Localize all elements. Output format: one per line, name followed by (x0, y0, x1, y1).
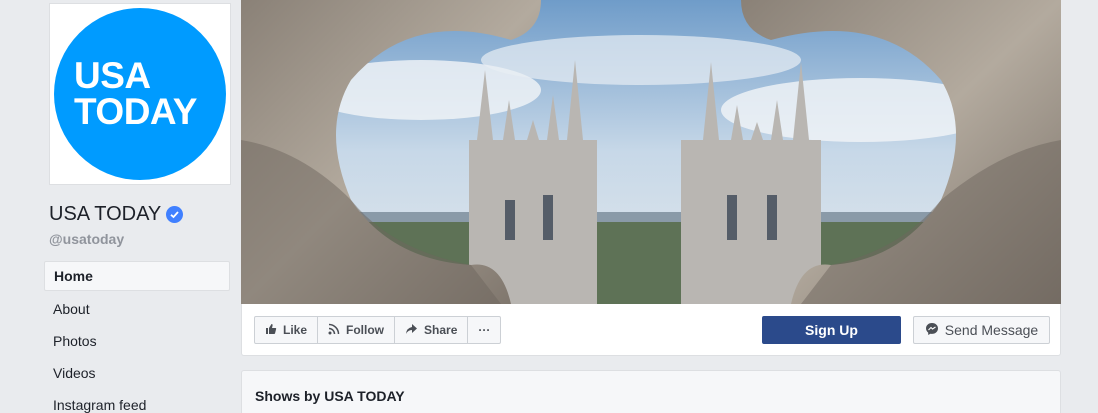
follow-label: Follow (346, 323, 385, 337)
shows-section-title: Shows by USA TODAY (255, 388, 405, 404)
rss-follow-icon (328, 323, 340, 338)
send-message-label: Send Message (944, 322, 1039, 338)
page-name[interactable]: USA TODAY (49, 203, 184, 226)
share-arrow-icon (405, 323, 418, 338)
nav-item-home[interactable]: Home (44, 261, 230, 291)
like-button[interactable]: Like (255, 317, 319, 343)
page-name-text: USA TODAY (49, 203, 162, 225)
nav-item-instagram-feed[interactable]: Instagram feed (44, 389, 230, 413)
page-nav: Home About Photos Videos Instagram feed (44, 261, 230, 413)
nav-item-about[interactable]: About (44, 293, 230, 325)
logo-line1: USA (74, 55, 151, 96)
verified-badge-icon (166, 206, 184, 223)
send-message-button[interactable]: Send Message (913, 316, 1050, 344)
nav-item-label: Instagram feed (53, 397, 147, 413)
shows-section: Shows by USA TODAY (241, 370, 1061, 413)
page-action-bar: Like Follow Share ··· Sign Up Send Messa… (241, 304, 1061, 356)
action-button-group: Like Follow Share ··· (254, 316, 502, 344)
nav-item-photos[interactable]: Photos (44, 325, 230, 357)
logo-line2: TODAY (74, 91, 197, 132)
nav-item-label: Home (54, 268, 93, 284)
more-options-button[interactable]: ··· (468, 317, 500, 343)
share-button[interactable]: Share (395, 317, 469, 343)
usa-today-logo: USA TODAY (54, 8, 226, 180)
more-ellipsis-icon: ··· (478, 323, 491, 337)
follow-button[interactable]: Follow (318, 317, 396, 343)
nav-item-label: Photos (53, 333, 97, 349)
like-label: Like (283, 323, 308, 337)
profile-picture[interactable]: USA TODAY (49, 3, 231, 185)
cathedral-cover-image (241, 0, 1061, 304)
nav-item-label: Videos (53, 365, 96, 381)
share-label: Share (424, 323, 458, 337)
page-handle[interactable]: @usatoday (49, 231, 124, 247)
thumbs-up-icon (265, 323, 277, 338)
nav-item-videos[interactable]: Videos (44, 357, 230, 389)
messenger-icon (925, 322, 939, 339)
nav-item-label: About (53, 301, 90, 317)
cover-photo[interactable] (241, 0, 1061, 304)
sign-up-button[interactable]: Sign Up (762, 316, 901, 344)
